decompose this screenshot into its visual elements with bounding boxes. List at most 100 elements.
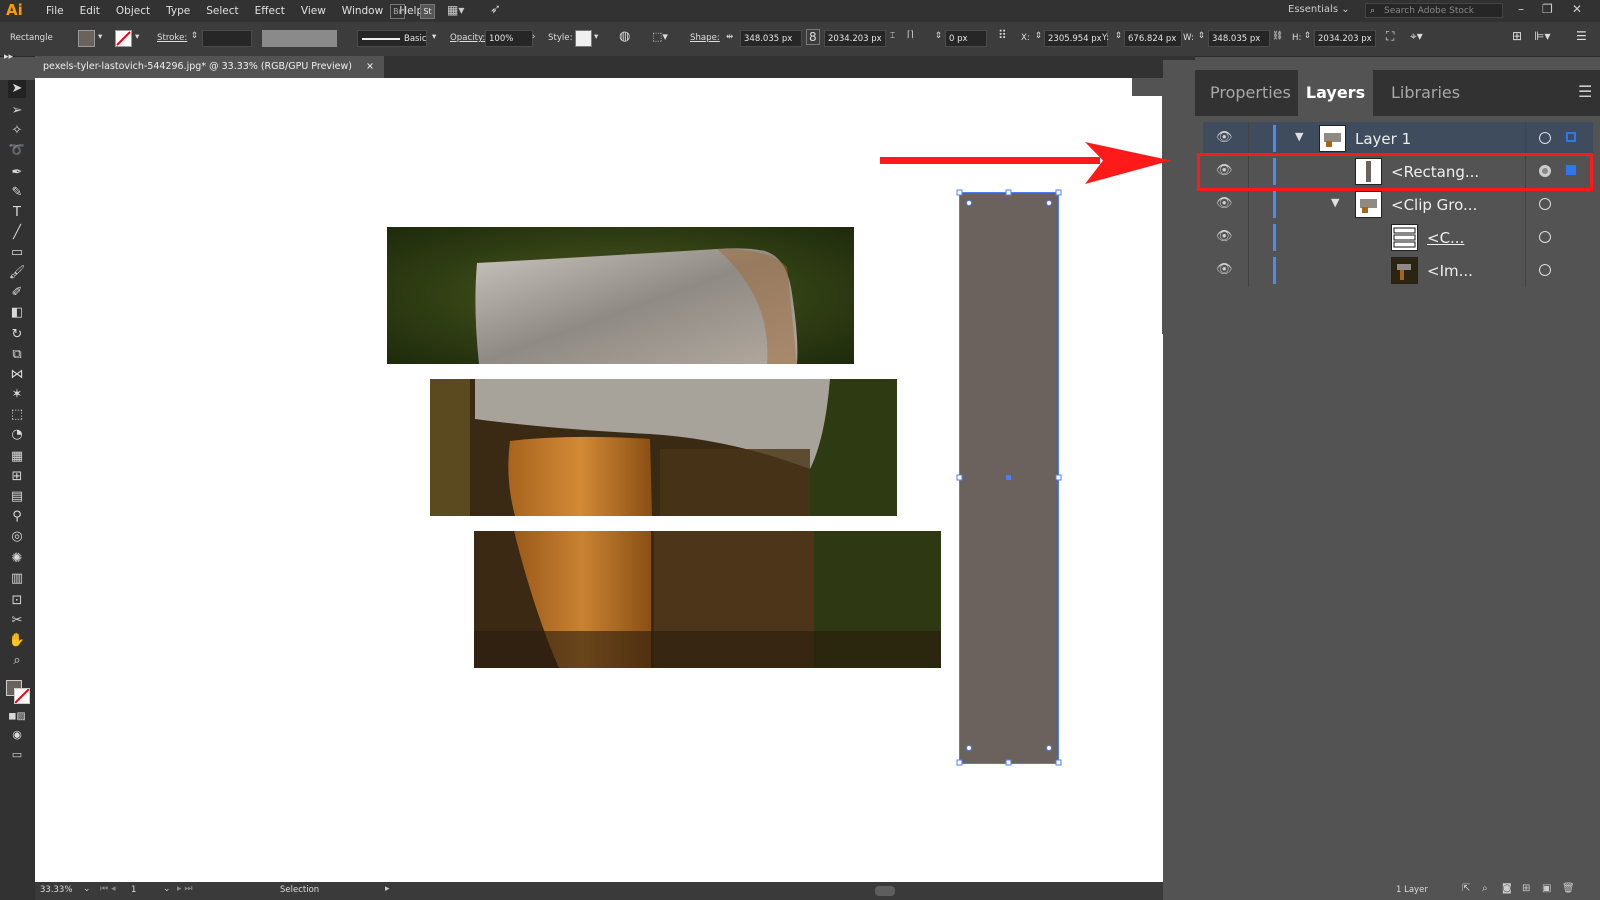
screen-mode-icon[interactable]: ▭ [8, 746, 26, 764]
scale-tool-icon[interactable]: ⧉ [8, 346, 26, 364]
artboard-nav-icon[interactable]: ▸ ⏭ [177, 884, 192, 894]
layer-name[interactable]: Layer 1 [1355, 130, 1411, 148]
shape-width-field[interactable]: 348.035 px [740, 30, 802, 47]
h-field[interactable]: 2034.203 px [1314, 30, 1376, 47]
style-swatch[interactable] [575, 30, 592, 47]
shape-height-field[interactable]: 2034.203 px [824, 30, 886, 47]
chevron-down-icon[interactable]: ▾ [98, 32, 102, 42]
layer-name[interactable]: <C... [1427, 229, 1464, 247]
layer-row-image[interactable]: 👁 <Im... [1203, 254, 1593, 287]
delete-layer-icon[interactable]: 🗑 [1562, 883, 1575, 894]
corner-radius-icon[interactable]: ⌈⌉ [907, 30, 914, 40]
minimize-icon[interactable]: – [1518, 2, 1524, 16]
rectangle-tool-icon[interactable]: ▭ [8, 244, 26, 262]
chevron-down-icon[interactable]: ⌄ [83, 884, 91, 894]
tab-layers[interactable]: Layers [1298, 70, 1373, 116]
type-tool-icon[interactable]: T [8, 204, 26, 222]
y-field[interactable]: 676.824 px [1124, 30, 1182, 47]
stepper-icon[interactable]: ⇕ [1304, 31, 1311, 41]
paintbrush-icon[interactable]: 🖌 [8, 264, 26, 282]
restore-icon[interactable]: ❐ [1542, 2, 1553, 16]
slice-tool-icon[interactable]: ✂ [8, 612, 26, 630]
tab-properties[interactable]: Properties [1210, 70, 1291, 116]
visibility-eye-icon[interactable]: 👁 [1216, 196, 1233, 211]
arrange-icon[interactable]: ⊞ [1512, 29, 1522, 43]
artboard-tool-icon[interactable]: ⊡ [8, 592, 26, 610]
stroke-color-box[interactable] [14, 688, 30, 704]
lock-column[interactable] [1248, 122, 1249, 155]
visibility-eye-icon[interactable]: 👁 [1216, 262, 1233, 277]
menu-file[interactable]: File [38, 0, 72, 22]
eyedropper-icon[interactable]: ⚲ [8, 508, 26, 526]
document-tab[interactable]: pexels-tyler-lastovich-544296.jpg* @ 33.… [35, 56, 384, 78]
mesh-tool-icon[interactable]: ⊞ [8, 468, 26, 486]
reference-point-icon[interactable]: ⠿ [998, 28, 1007, 42]
scroll-thumb[interactable] [875, 886, 895, 896]
stepper-icon[interactable]: ⇕ [935, 31, 942, 41]
visibility-eye-icon[interactable]: 👁 [1216, 130, 1233, 145]
recolor-artwork-icon[interactable]: ◍ [619, 29, 630, 44]
chevron-down-icon[interactable]: ▾ [135, 32, 139, 42]
target-circle-icon[interactable] [1539, 165, 1551, 177]
image-slice-top[interactable] [387, 227, 854, 364]
color-mode-icon[interactable]: ◼▨ [8, 708, 26, 726]
variable-width-profile[interactable] [262, 30, 337, 47]
shape-label[interactable]: Shape: [690, 33, 720, 43]
fill-stroke-widget[interactable] [6, 680, 30, 704]
gpu-performance-icon[interactable]: ➶ [490, 2, 501, 17]
shape-builder-icon[interactable]: ◔ [8, 426, 26, 444]
align-icon[interactable]: ⬚▾ [652, 30, 668, 43]
menu-type[interactable]: Type [158, 0, 198, 22]
stroke-label[interactable]: Stroke: [157, 33, 187, 43]
close-window-icon[interactable]: ✕ [1572, 2, 1582, 16]
arrange-documents-icon[interactable]: ▦▾ [447, 3, 464, 17]
opacity-label[interactable]: Opacity: [450, 33, 485, 43]
link-dimensions-icon[interactable]: 8 [806, 29, 820, 45]
layer-row-clip-group[interactable]: 👁 ▼ <Clip Gro... [1203, 188, 1593, 221]
symbol-sprayer-icon[interactable]: ✺ [8, 550, 26, 568]
image-slice-middle[interactable] [430, 379, 897, 516]
chevron-down-icon[interactable]: ▾ [432, 32, 436, 42]
puppet-warp-icon[interactable]: ✶ [8, 386, 26, 404]
new-layer-icon[interactable]: ▣ [1542, 883, 1551, 894]
lock-column[interactable] [1248, 155, 1249, 188]
distribute-icon[interactable]: ⊫▾ [1534, 29, 1550, 43]
perspective-grid-icon[interactable]: ▦ [8, 448, 26, 466]
visibility-eye-icon[interactable]: 👁 [1216, 163, 1233, 178]
corner-radius-field[interactable]: 0 px [945, 30, 987, 47]
export-icon[interactable]: ⇱ [1462, 883, 1470, 894]
transform-icon[interactable]: ⛶ [1386, 29, 1394, 44]
selection-indicator[interactable] [1566, 132, 1576, 142]
brush-definition-select[interactable]: Basic [357, 30, 427, 47]
shaper-tool-icon[interactable]: ✐ [8, 284, 26, 302]
chevron-down-icon[interactable]: ⌄ [163, 884, 171, 894]
opacity-field[interactable]: 100% [485, 30, 533, 47]
curvature-tool-icon[interactable]: ✎ [8, 184, 26, 202]
stepper-icon[interactable]: ⇕ [1035, 31, 1042, 41]
direct-selection-tool-icon[interactable]: ➢ [8, 102, 26, 120]
target-circle-icon[interactable] [1539, 231, 1551, 243]
menu-edit[interactable]: Edit [72, 0, 108, 22]
menu-effect[interactable]: Effect [247, 0, 293, 22]
stepper-icon[interactable]: ⇕ [191, 31, 198, 41]
w-field[interactable]: 348.035 px [1208, 30, 1270, 47]
fill-swatch[interactable] [78, 30, 95, 47]
menu-window[interactable]: Window [334, 0, 391, 22]
image-slice-bottom[interactable] [474, 531, 941, 668]
menu-object[interactable]: Object [108, 0, 158, 22]
corner-type-icon[interactable]: ⌶ [890, 31, 895, 41]
chevron-down-icon[interactable]: ▼ [1331, 196, 1339, 209]
close-tab-icon[interactable]: × [366, 61, 374, 72]
column-graph-icon[interactable]: ▥ [8, 570, 26, 588]
stroke-weight-field[interactable] [202, 30, 252, 47]
target-circle-icon[interactable] [1539, 132, 1551, 144]
stepper-icon[interactable]: ⇕ [1115, 31, 1122, 41]
locate-object-icon[interactable]: ⌕ [1482, 883, 1488, 894]
layer-name[interactable]: <Rectang... [1391, 163, 1479, 181]
target-circle-icon[interactable] [1539, 198, 1551, 210]
x-field[interactable]: 2305.954 px [1044, 30, 1108, 47]
layer-name[interactable]: <Im... [1427, 262, 1473, 280]
target-circle-icon[interactable] [1539, 264, 1551, 276]
isolate-icon[interactable]: ⌖▾ [1410, 29, 1423, 44]
panel-menu-icon[interactable]: ☰ [1578, 82, 1592, 101]
